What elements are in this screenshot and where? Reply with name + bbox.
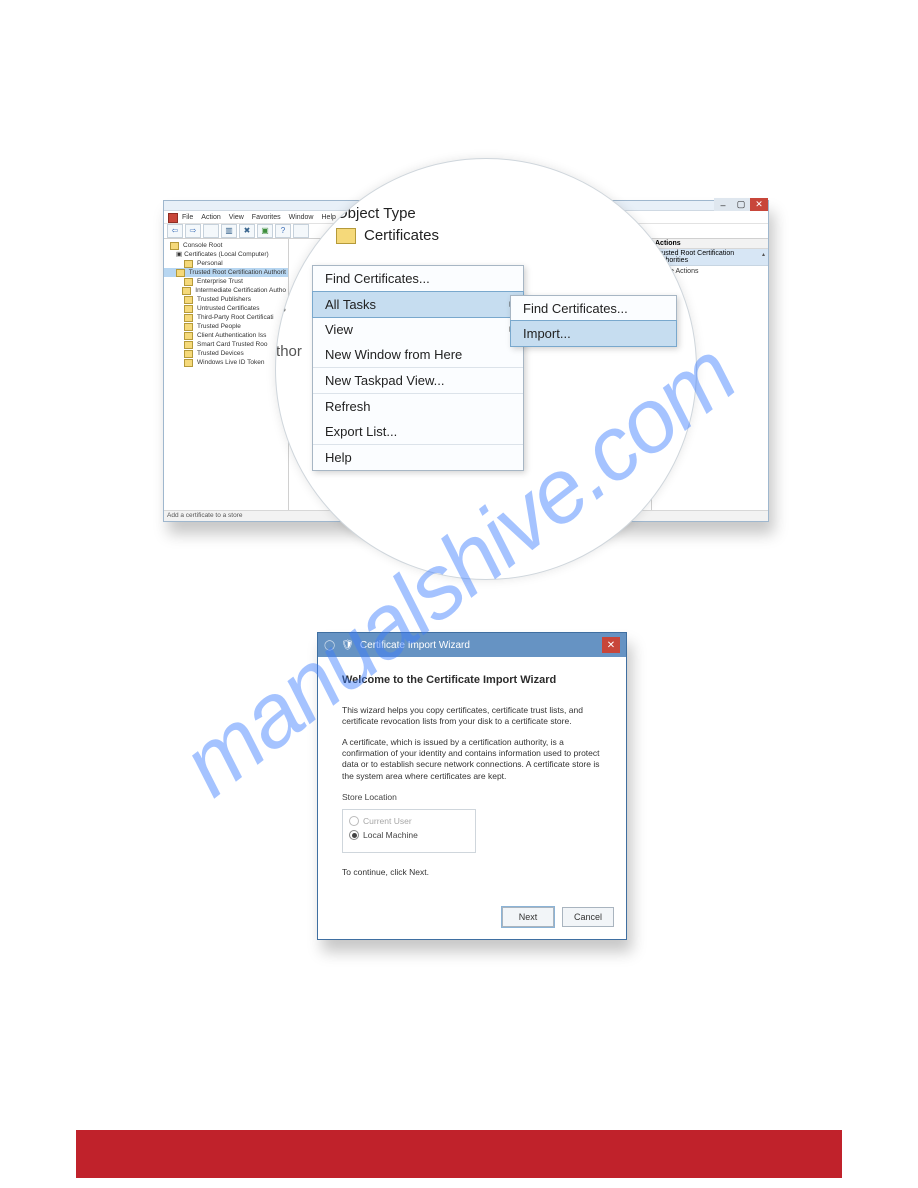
wizard-dialog: ◯ 🛡 Certificate Import Wizard ✕ Welcome … xyxy=(317,632,627,940)
column-header: Object Type xyxy=(336,205,416,222)
menu-new-taskpad[interactable]: New Taskpad View... xyxy=(313,368,523,394)
window-caption-buttons: – ▢ ✕ xyxy=(714,198,768,211)
context-submenu: Find Certificates... Import... xyxy=(510,295,677,347)
menu-find-certificates[interactable]: Find Certificates... xyxy=(313,266,523,292)
cancel-button[interactable]: Cancel xyxy=(562,907,614,927)
folder-icon xyxy=(184,278,193,286)
wizard-heading: Welcome to the Certificate Import Wizard xyxy=(342,673,602,687)
toolbar-button[interactable]: ✖ xyxy=(239,224,255,238)
footer-bar xyxy=(76,1130,842,1178)
wizard-continue-text: To continue, click Next. xyxy=(342,867,602,878)
wizard-titlebar: ◯ 🛡 Certificate Import Wizard ✕ xyxy=(318,633,626,657)
tree-item[interactable]: Enterprise Trust xyxy=(164,277,288,286)
submenu-import[interactable]: Import... xyxy=(510,320,677,347)
menu-all-tasks[interactable]: All Tasks xyxy=(312,291,524,318)
menu-item[interactable]: View xyxy=(229,214,244,221)
tree-fragment: orities xyxy=(275,299,286,316)
maximize-button[interactable]: ▢ xyxy=(732,198,750,211)
tree-fragment: n Author xyxy=(275,343,302,360)
folder-icon xyxy=(184,305,193,313)
store-location-group: Current User Local Machine xyxy=(342,809,476,853)
tree-cert-root[interactable]: ▣ Certificates (Local Computer) xyxy=(164,250,288,259)
tree-item[interactable]: Personal xyxy=(164,259,288,268)
list-item[interactable]: Certificates xyxy=(336,227,439,244)
forward-icon[interactable]: ⇨ xyxy=(185,224,201,238)
wizard-paragraph: A certificate, which is issued by a cert… xyxy=(342,737,602,781)
wizard-paragraph: This wizard helps you copy certificates,… xyxy=(342,705,602,727)
minimize-button[interactable]: – xyxy=(714,198,732,211)
context-menu: Find Certificates... All Tasks View New … xyxy=(312,265,524,471)
wizard-title-text: Certificate Import Wizard xyxy=(360,640,470,651)
tree-item[interactable]: Client Authentication Iss xyxy=(164,331,288,340)
close-button[interactable]: ✕ xyxy=(750,198,768,211)
folder-icon xyxy=(184,314,193,322)
radio-local-machine[interactable]: Local Machine xyxy=(349,830,469,841)
tree-item[interactable]: Smart Card Trusted Roo xyxy=(164,340,288,349)
radio-icon xyxy=(349,830,359,840)
menu-export-list[interactable]: Export List... xyxy=(313,419,523,445)
folder-icon xyxy=(170,242,179,250)
folder-icon xyxy=(336,228,356,244)
tree-panel: Console Root ▣ Certificates (Local Compu… xyxy=(164,239,289,514)
folder-icon xyxy=(184,296,193,304)
tree-item[interactable]: Windows Live ID Token xyxy=(164,358,288,367)
toolbar-button[interactable] xyxy=(203,224,219,238)
magnifier-circle: Object Type Certificates es orities n Au… xyxy=(275,158,697,580)
tree-root[interactable]: Console Root xyxy=(164,241,288,250)
toolbar-button[interactable]: ▣ xyxy=(257,224,273,238)
submenu-find-certificates[interactable]: Find Certificates... xyxy=(511,296,676,321)
store-location-label: Store Location xyxy=(342,792,602,803)
menu-help[interactable]: Help xyxy=(313,445,523,470)
shield-icon: 🛡 xyxy=(341,640,354,651)
tree-item[interactable]: Trusted Devices xyxy=(164,349,288,358)
folder-icon xyxy=(184,350,193,358)
folder-icon xyxy=(184,332,193,340)
tree-item[interactable]: Trusted Publishers xyxy=(164,295,288,304)
tree-item[interactable]: Third-Party Root Certificati xyxy=(164,313,288,322)
toolbar-button[interactable]: ▥ xyxy=(221,224,237,238)
tree-fragment: es xyxy=(275,265,276,288)
tree-item[interactable]: Trusted People xyxy=(164,322,288,331)
radio-icon xyxy=(349,816,359,826)
back-icon[interactable]: ⇦ xyxy=(167,224,183,238)
next-button[interactable]: Next xyxy=(502,907,554,927)
tree-item[interactable]: Untrusted Certificates xyxy=(164,304,288,313)
menu-item[interactable]: File xyxy=(182,214,193,221)
tree-item[interactable]: Intermediate Certification Autho xyxy=(164,286,288,295)
back-icon[interactable]: ◯ xyxy=(324,640,335,651)
folder-icon xyxy=(184,359,193,367)
radio-current-user[interactable]: Current User xyxy=(349,816,469,827)
menu-new-window[interactable]: New Window from Here xyxy=(313,342,523,368)
chevron-up-icon: ▴ xyxy=(762,251,765,258)
close-button[interactable]: ✕ xyxy=(602,637,620,653)
folder-icon xyxy=(184,323,193,331)
tree-item-selected[interactable]: Trusted Root Certification Authorit xyxy=(164,268,288,277)
menu-view[interactable]: View xyxy=(313,317,523,342)
folder-icon xyxy=(184,341,193,349)
menu-item[interactable]: Action xyxy=(201,214,220,221)
menu-refresh[interactable]: Refresh xyxy=(313,394,523,419)
folder-icon xyxy=(176,269,185,277)
folder-icon xyxy=(182,287,191,295)
folder-icon xyxy=(184,260,193,268)
